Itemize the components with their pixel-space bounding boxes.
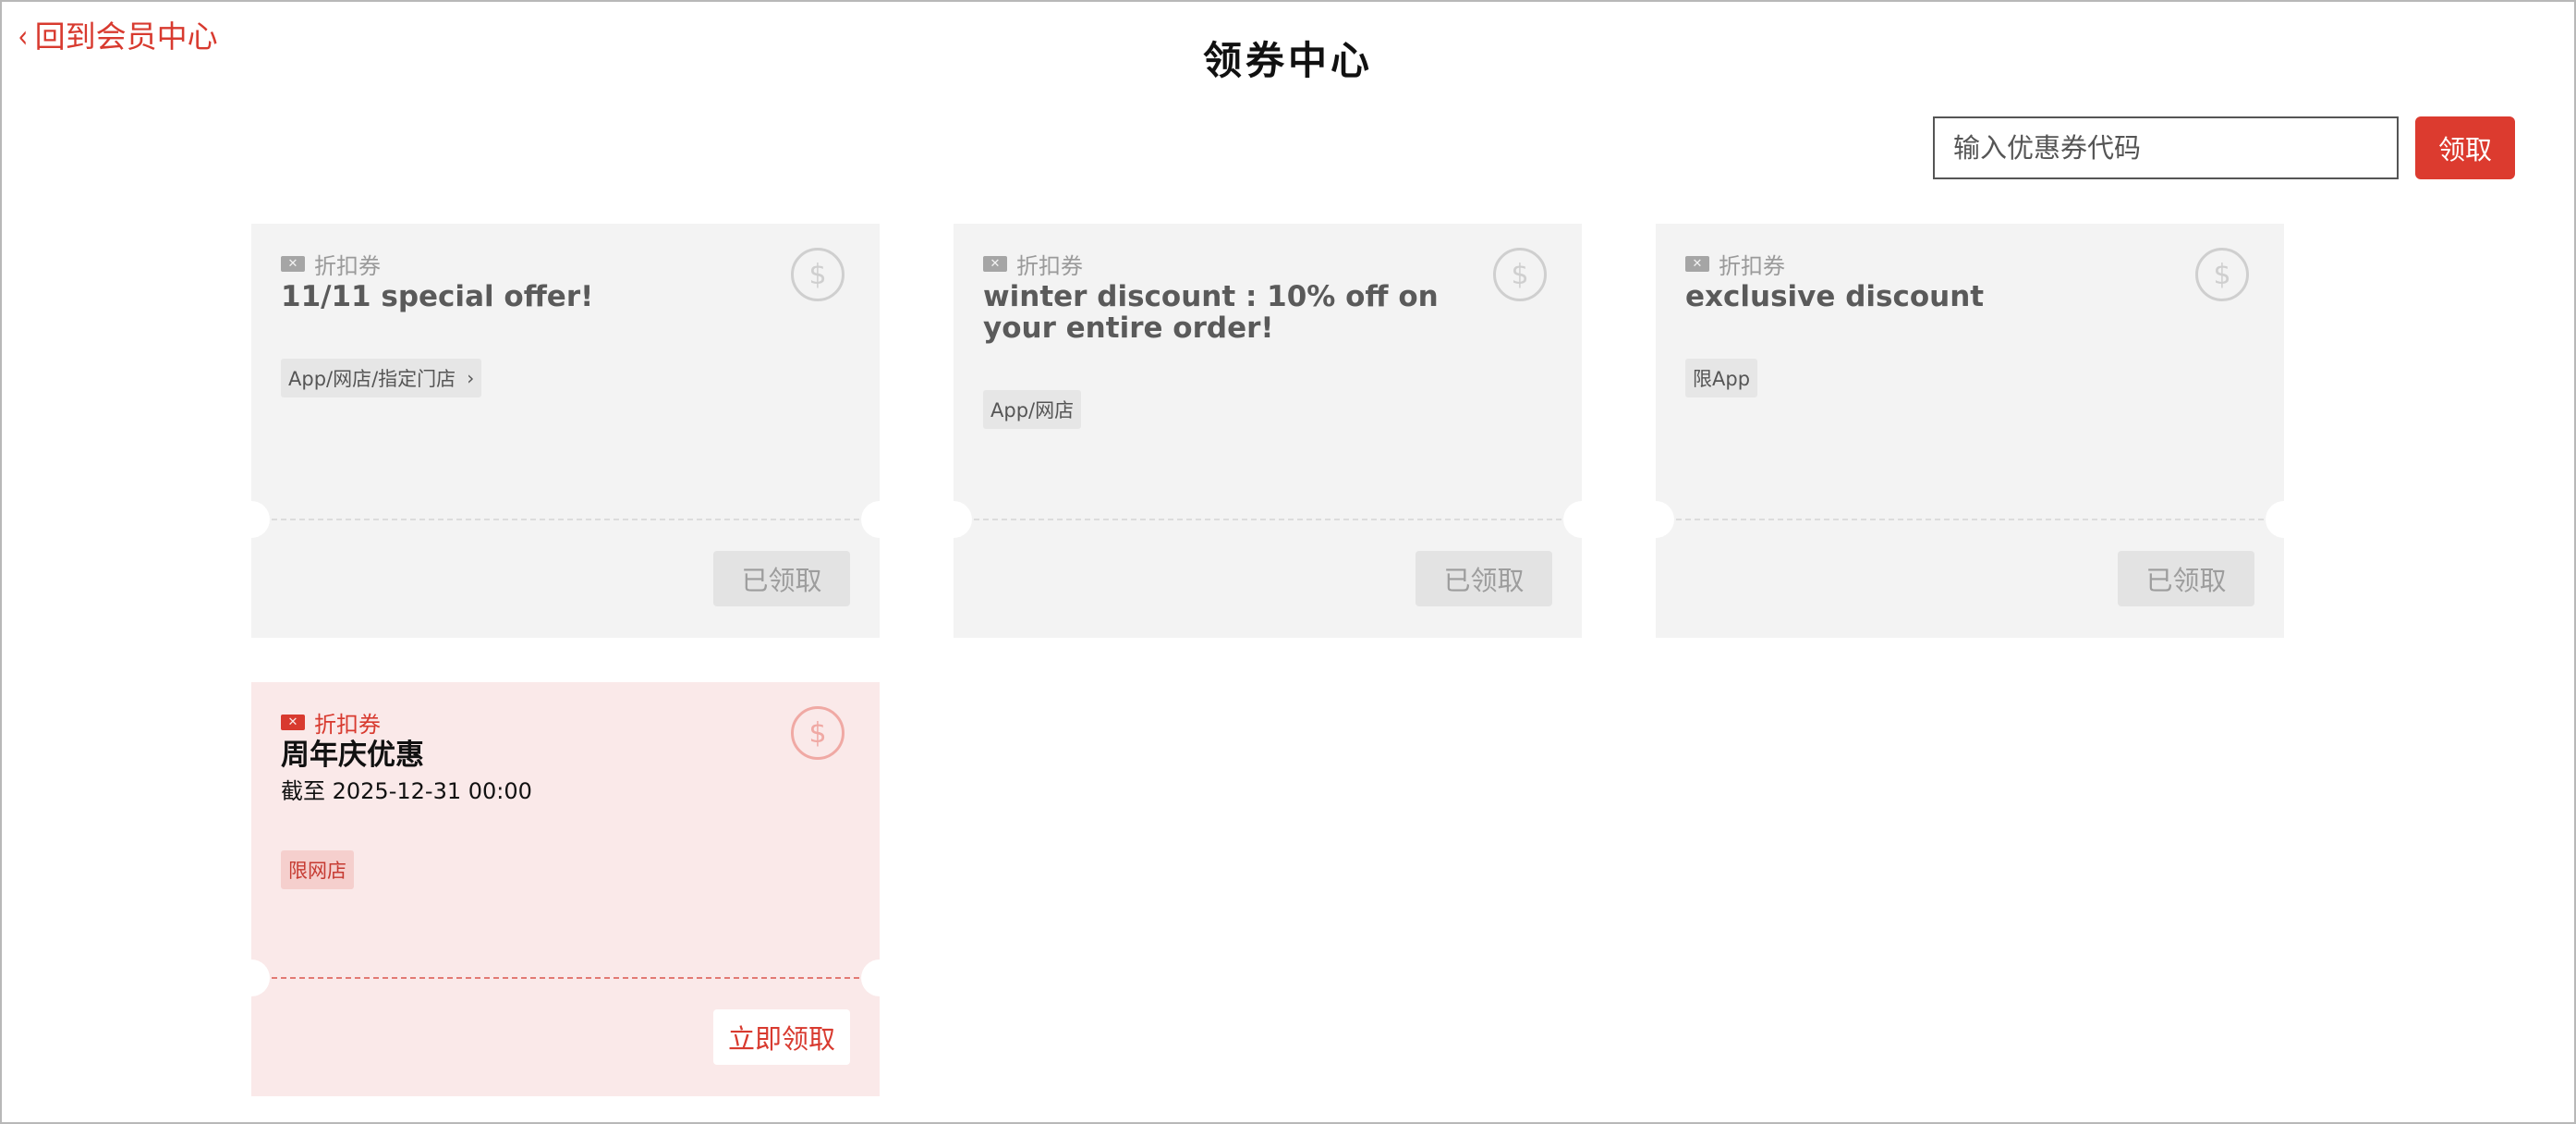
claimed-button: 已领取 — [2118, 551, 2254, 606]
coupon-notch — [2266, 501, 2303, 538]
coupon-title: winter discount : 10% off on your entire… — [983, 280, 1439, 345]
coupon-notch — [233, 959, 270, 996]
claim-code-button[interactable]: 领取 — [2415, 116, 2515, 179]
dollar-icon: $ — [2195, 248, 2249, 301]
claimed-button: 已领取 — [713, 551, 850, 606]
coupon-type-label: 折扣券 — [314, 253, 381, 279]
claim-now-button[interactable]: 立即领取 — [713, 1009, 850, 1065]
coupon-divider — [974, 519, 1561, 520]
coupon-divider — [272, 519, 859, 520]
dollar-icon: $ — [1493, 248, 1547, 301]
coupon-notch — [1563, 501, 1600, 538]
coupon-card: ✕ 折扣券 $ exclusive discount 限App 已领取 — [1637, 224, 2303, 638]
coupon-tag-label: 限App — [1693, 368, 1751, 390]
coupon-usage-tag: 限网店 — [281, 850, 354, 889]
page-title: 领券中心 — [1202, 38, 1373, 83]
ticket-icon: ✕ — [281, 256, 305, 272]
coupon-type-label: 折扣券 — [1719, 253, 1785, 279]
coupon-notch — [1637, 501, 1674, 538]
coupon-tag-label: App/网店/指定门店 — [288, 368, 456, 390]
ticket-icon: ✕ — [983, 256, 1007, 272]
ticket-icon: ✕ — [281, 715, 305, 730]
coupon-type-label: 折扣券 — [314, 712, 381, 738]
coupon-notch — [935, 501, 972, 538]
coupon-type: ✕ 折扣券 — [983, 248, 1083, 280]
coupon-title: 周年庆优惠 — [281, 739, 424, 772]
coupon-usage-tag: 限App — [1685, 359, 1758, 397]
coupon-title: 11/11 special offer! — [281, 280, 594, 313]
coupon-notch — [861, 959, 898, 996]
coupon-card: ✕ 折扣券 $ 11/11 special offer! App/网店/指定门店… — [233, 224, 898, 638]
coupon-type: ✕ 折扣券 — [281, 248, 381, 280]
dollar-icon: $ — [791, 706, 844, 760]
coupon-expiry: 截至 2025-12-31 00:00 — [281, 778, 532, 804]
coupon-type-label: 折扣券 — [1016, 253, 1083, 279]
coupon-tag-label: 限网店 — [288, 860, 346, 882]
coupon-divider — [272, 977, 859, 979]
coupon-usage-tag: App/网店 — [983, 390, 1082, 429]
coupon-divider — [1676, 519, 2264, 520]
coupon-usage-tag[interactable]: App/网店/指定门店 › — [281, 359, 482, 397]
coupon-card: ✕ 折扣券 $ 周年庆优惠 截至 2025-12-31 00:00 限网店 立即… — [233, 682, 898, 1096]
coupon-card: ✕ 折扣券 $ winter discount : 10% off on you… — [935, 224, 1600, 638]
coupon-tag-label: App/网店 — [990, 399, 1075, 422]
ticket-icon: ✕ — [1685, 256, 1709, 272]
chevron-right-icon: › — [467, 367, 475, 389]
coupon-type: ✕ 折扣券 — [281, 706, 381, 739]
claimed-button: 已领取 — [1416, 551, 1552, 606]
coupon-type: ✕ 折扣券 — [1685, 248, 1785, 280]
dollar-icon: $ — [791, 248, 844, 301]
coupon-notch — [233, 501, 270, 538]
coupon-code-input[interactable] — [1933, 116, 2399, 179]
coupon-title: exclusive discount — [1685, 280, 1985, 313]
coupon-notch — [861, 501, 898, 538]
